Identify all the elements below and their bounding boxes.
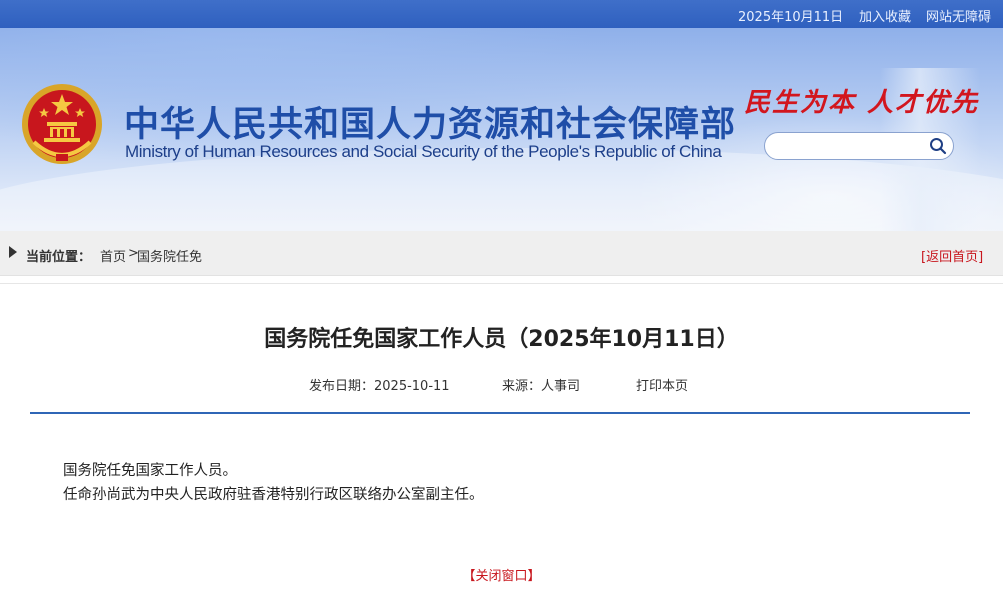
breadcrumb-home-link[interactable]: 首页 [100,246,126,265]
add-favorite-link[interactable]: 加入收藏 [859,6,911,25]
site-banner: 中华人民共和国人力资源和社会保障部 Ministry of Human Reso… [0,28,1003,231]
article-paragraph: 任命孙尚武为中央人民政府驻香港特别行政区联络办公室副主任。 [63,487,484,503]
national-emblem-icon [22,84,102,164]
ministry-name-english: Ministry of Human Resources and Social S… [125,142,722,161]
slogan-calligraphy: 民生为本 人才优先 [744,88,980,118]
article-panel: 国务院任免国家工作人员（2025年10月11日） 发布日期：2025-10-11… [0,283,1003,613]
top-utility-bar: 2025年10月11日 加入收藏 网站无障碍 [0,0,1003,28]
close-window-link[interactable]: 【关闭窗口】 [0,565,1003,584]
title-divider [30,412,970,414]
publish-date: 发布日期：2025-10-11 [309,379,450,394]
article-title: 国务院任免国家工作人员（2025年10月11日） [264,327,739,352]
breadcrumb-label: 当前位置： [26,250,92,265]
article-paragraph: 国务院任免国家工作人员。 [63,463,237,479]
article-source: 来源：人事司 [502,379,581,394]
breadcrumb-arrow-icon [9,246,17,258]
ministry-name-chinese: 中华人民共和国人力资源和社会保障部 [124,105,737,145]
print-page-link[interactable]: 打印本页 [636,375,688,394]
search-box [764,132,954,160]
accessibility-link[interactable]: 网站无障碍 [926,6,991,25]
breadcrumb: 当前位置： 首页 > 国务院任免 [返回首页] [0,231,1003,276]
breadcrumb-section-link[interactable]: 国务院任免 [137,246,202,265]
search-icon[interactable] [929,137,947,155]
back-home-link[interactable]: [返回首页] [921,246,983,265]
search-input[interactable] [775,137,929,157]
current-date: 2025年10月11日 [738,10,844,25]
